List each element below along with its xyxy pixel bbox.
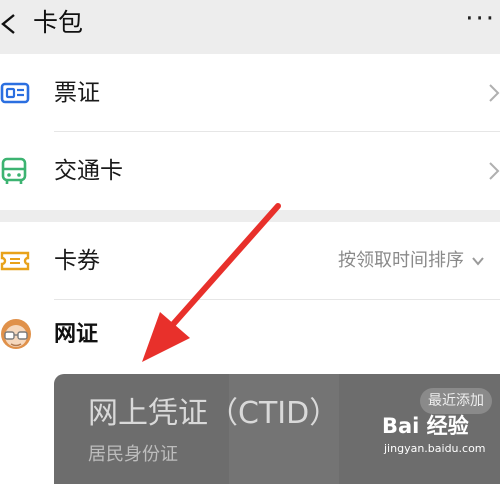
list-item-transit-card[interactable]: 交通卡 — [0, 132, 500, 210]
chevron-right-icon — [489, 162, 500, 180]
avatar-icon — [1, 319, 31, 349]
watermark: Bai 经验 jingyan.baidu.com — [382, 412, 500, 468]
more-icon[interactable]: ··· — [465, 4, 496, 34]
bus-icon — [1, 157, 27, 184]
list-item-label: 卡券 — [54, 248, 100, 274]
sort-dropdown[interactable]: 按领取时间排序 — [338, 248, 484, 274]
section-title: 网证 — [54, 322, 99, 347]
back-icon[interactable] — [0, 9, 24, 39]
card-subtitle: 居民身份证 — [88, 444, 178, 465]
list-item-tickets[interactable]: 票证 — [0, 54, 500, 132]
watermark-url: jingyan.baidu.com — [384, 442, 486, 455]
chevron-down-icon — [471, 257, 484, 266]
page-title: 卡包 — [33, 8, 84, 37]
ticket-icon — [0, 82, 30, 104]
list-item-label: 交通卡 — [54, 158, 123, 184]
nav-bar: 卡包 ··· — [0, 0, 500, 50]
coupon-icon — [0, 251, 30, 271]
sort-label: 按领取时间排序 — [338, 250, 464, 271]
watermark-logo: Bai 经验 — [382, 414, 469, 438]
list-item-coupons[interactable]: 卡券 按领取时间排序 — [0, 222, 500, 300]
card-title: 网上凭证（CTID） — [88, 396, 340, 431]
chevron-right-icon — [489, 84, 500, 102]
recently-added-badge: 最近添加 — [420, 388, 492, 414]
list-item-label: 票证 — [54, 80, 100, 106]
